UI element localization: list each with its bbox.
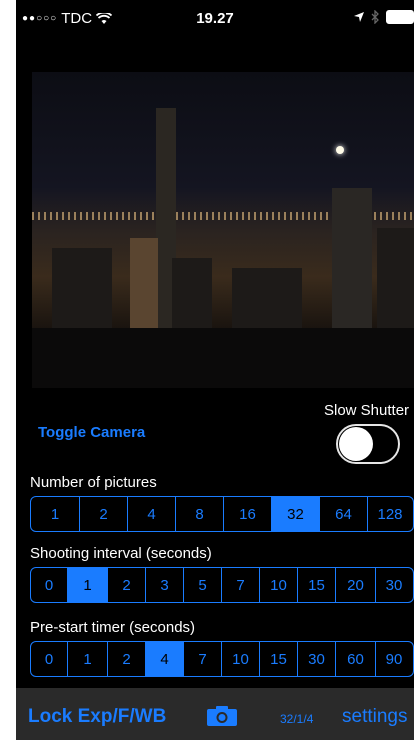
moon <box>336 146 344 154</box>
slow-shutter-switch[interactable] <box>336 424 400 464</box>
pictures-option-4[interactable]: 4 <box>127 497 175 531</box>
status-bar: ●●○○○ TDC 19.27 <box>16 8 414 30</box>
preview-shadow <box>32 328 414 388</box>
number-of-pictures-label: Number of pictures <box>30 474 157 491</box>
building <box>332 188 372 328</box>
interval-option-2[interactable]: 2 <box>107 568 145 602</box>
interval-option-5[interactable]: 5 <box>183 568 221 602</box>
pictures-option-32[interactable]: 32 <box>271 497 319 531</box>
pictures-option-1[interactable]: 1 <box>31 497 79 531</box>
prestart-timer-label: Pre-start timer (seconds) <box>30 619 196 636</box>
interval-option-15[interactable]: 15 <box>297 568 335 602</box>
pictures-option-16[interactable]: 16 <box>223 497 271 531</box>
switch-knob <box>339 427 373 461</box>
interval-option-3[interactable]: 3 <box>145 568 183 602</box>
pictures-option-64[interactable]: 64 <box>319 497 367 531</box>
battery-icon <box>386 10 414 24</box>
timer-option-0[interactable]: 0 <box>31 642 67 676</box>
number-of-pictures-selector: 1 2 4 8 16 32 64 128 <box>30 496 414 532</box>
status-right <box>353 10 414 24</box>
location-arrow-icon <box>354 12 364 22</box>
building <box>377 228 414 328</box>
pictures-option-2[interactable]: 2 <box>79 497 127 531</box>
interval-option-0[interactable]: 0 <box>31 568 67 602</box>
timer-option-7[interactable]: 7 <box>183 642 221 676</box>
interval-option-30[interactable]: 30 <box>375 568 412 602</box>
lock-exposure-button[interactable]: Lock Exp/F/WB <box>28 706 166 728</box>
bottom-toolbar: Lock Exp/F/WB 32/1/4 settings <box>16 688 414 740</box>
shooting-interval-selector: 0 1 2 3 5 7 10 15 20 30 <box>30 567 414 603</box>
pictures-option-128[interactable]: 128 <box>367 497 412 531</box>
interval-option-20[interactable]: 20 <box>335 568 375 602</box>
interval-option-10[interactable]: 10 <box>259 568 297 602</box>
building <box>130 238 158 328</box>
camera-preview <box>32 72 414 328</box>
settings-summary: 32/1/4 <box>280 712 314 726</box>
timer-option-30[interactable]: 30 <box>297 642 335 676</box>
interval-option-1[interactable]: 1 <box>67 568 107 602</box>
bluetooth-icon <box>371 10 379 24</box>
timer-option-10[interactable]: 10 <box>221 642 259 676</box>
building <box>232 268 302 328</box>
timer-option-90[interactable]: 90 <box>375 642 412 676</box>
interval-option-7[interactable]: 7 <box>221 568 259 602</box>
building <box>172 258 212 328</box>
timer-option-15[interactable]: 15 <box>259 642 297 676</box>
slow-shutter-label: Slow Shutter <box>324 402 410 419</box>
building <box>52 248 112 328</box>
shooting-interval-label: Shooting interval (seconds) <box>30 545 212 562</box>
pictures-option-8[interactable]: 8 <box>175 497 223 531</box>
timer-option-1[interactable]: 1 <box>67 642 107 676</box>
camera-app-screen: ●●○○○ TDC 19.27 Toggle Camera Slow Shutt… <box>16 0 414 740</box>
settings-button[interactable]: settings <box>342 706 407 728</box>
timer-option-2[interactable]: 2 <box>107 642 145 676</box>
toggle-camera-button[interactable]: Toggle Camera <box>38 424 145 441</box>
timer-option-4[interactable]: 4 <box>145 642 183 676</box>
prestart-timer-selector: 0 1 2 4 7 10 15 30 60 90 <box>30 641 414 677</box>
timer-option-60[interactable]: 60 <box>335 642 375 676</box>
camera-icon[interactable] <box>206 705 238 727</box>
